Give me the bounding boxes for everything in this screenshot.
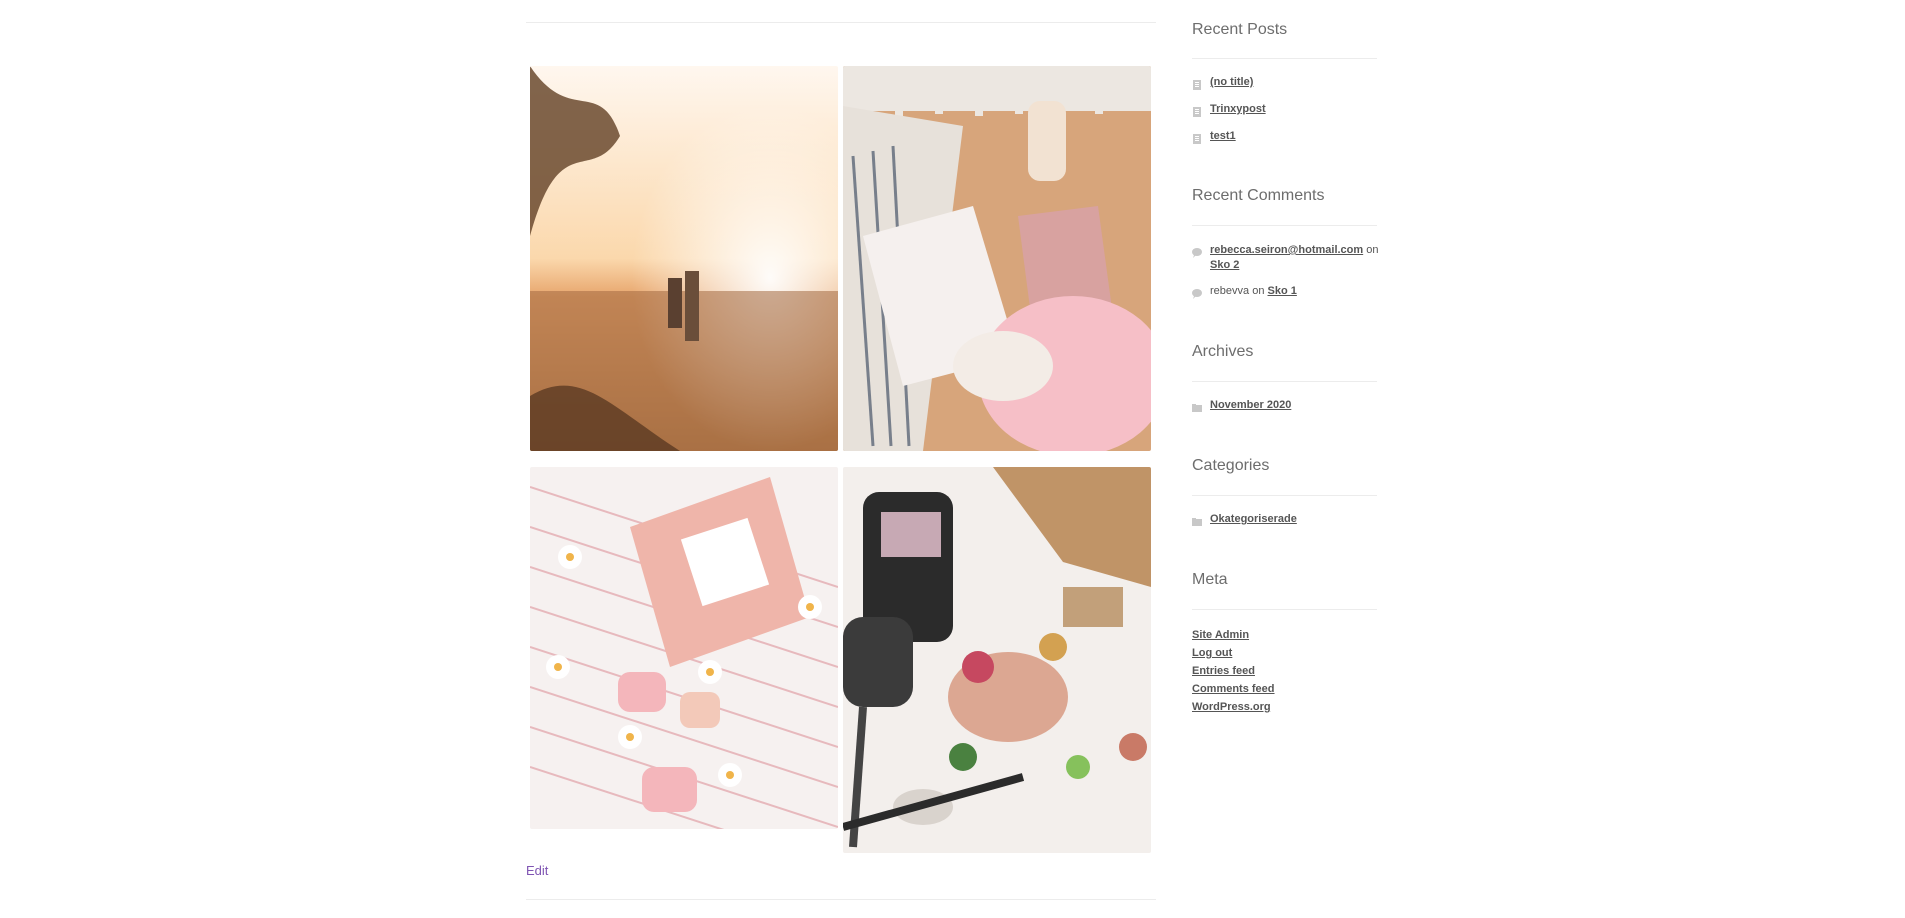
comment-on-text: on bbox=[1366, 244, 1379, 256]
gallery-image-camera-food[interactable] bbox=[843, 467, 1151, 853]
categories-title: Categories bbox=[1192, 457, 1270, 474]
folder-open-icon bbox=[1192, 400, 1202, 412]
categories-divider bbox=[1192, 495, 1377, 496]
recent-post-link[interactable]: (no title) bbox=[1210, 76, 1253, 88]
document-icon bbox=[1192, 131, 1202, 144]
meta-entries-feed-link[interactable]: Entries feed bbox=[1192, 665, 1255, 677]
gallery-image-beauty-box[interactable] bbox=[530, 467, 838, 829]
edit-link[interactable]: Edit bbox=[526, 863, 548, 878]
meta-divider bbox=[1192, 609, 1377, 610]
document-icon bbox=[1192, 77, 1202, 90]
recent-comment-item: rebevva on Sko 1 bbox=[1210, 284, 1297, 299]
recent-post-item: Trinxypost bbox=[1210, 102, 1266, 117]
archive-link[interactable]: November 2020 bbox=[1210, 399, 1291, 411]
recent-post-link[interactable]: test1 bbox=[1210, 130, 1236, 142]
category-link[interactable]: Okategoriserade bbox=[1210, 513, 1297, 525]
comment-post-link[interactable]: Sko 2 bbox=[1210, 259, 1239, 271]
archive-item: November 2020 bbox=[1210, 398, 1291, 413]
recent-comments-title: Recent Comments bbox=[1192, 187, 1325, 204]
meta-comments-feed-link[interactable]: Comments feed bbox=[1192, 683, 1275, 695]
folder-icon bbox=[1192, 514, 1202, 526]
recent-post-item: test1 bbox=[1210, 129, 1236, 144]
gallery-image-beach-sunset[interactable] bbox=[530, 66, 838, 451]
document-icon bbox=[1192, 104, 1202, 117]
recent-posts-title: Recent Posts bbox=[1192, 21, 1288, 38]
meta-title: Meta bbox=[1192, 571, 1228, 588]
recent-posts-divider bbox=[1192, 58, 1377, 59]
comment-bubble-icon bbox=[1192, 286, 1202, 299]
meta-log-out-link[interactable]: Log out bbox=[1192, 647, 1232, 659]
gallery-image-notebook-slippers[interactable] bbox=[843, 66, 1151, 451]
meta-wordpress-org-link[interactable]: WordPress.org bbox=[1192, 701, 1271, 713]
comment-author-text: rebevva bbox=[1210, 285, 1250, 297]
header-divider bbox=[526, 22, 1156, 23]
footer-divider bbox=[526, 899, 1156, 900]
recent-post-link[interactable]: Trinxypost bbox=[1210, 103, 1266, 115]
category-item: Okategoriserade bbox=[1210, 512, 1297, 527]
recent-comment-item: rebecca.seiron@hotmail.com on Sko 2 bbox=[1210, 243, 1380, 273]
comment-post-link[interactable]: Sko 1 bbox=[1268, 285, 1297, 297]
meta-site-admin-link[interactable]: Site Admin bbox=[1192, 629, 1249, 641]
comment-on-text: on bbox=[1252, 285, 1265, 297]
archives-divider bbox=[1192, 381, 1377, 382]
comment-bubble-icon bbox=[1192, 245, 1202, 258]
archives-title: Archives bbox=[1192, 343, 1254, 360]
comment-author-link[interactable]: rebecca.seiron@hotmail.com bbox=[1210, 244, 1363, 256]
recent-comments-divider bbox=[1192, 225, 1377, 226]
recent-post-item: (no title) bbox=[1210, 75, 1253, 90]
